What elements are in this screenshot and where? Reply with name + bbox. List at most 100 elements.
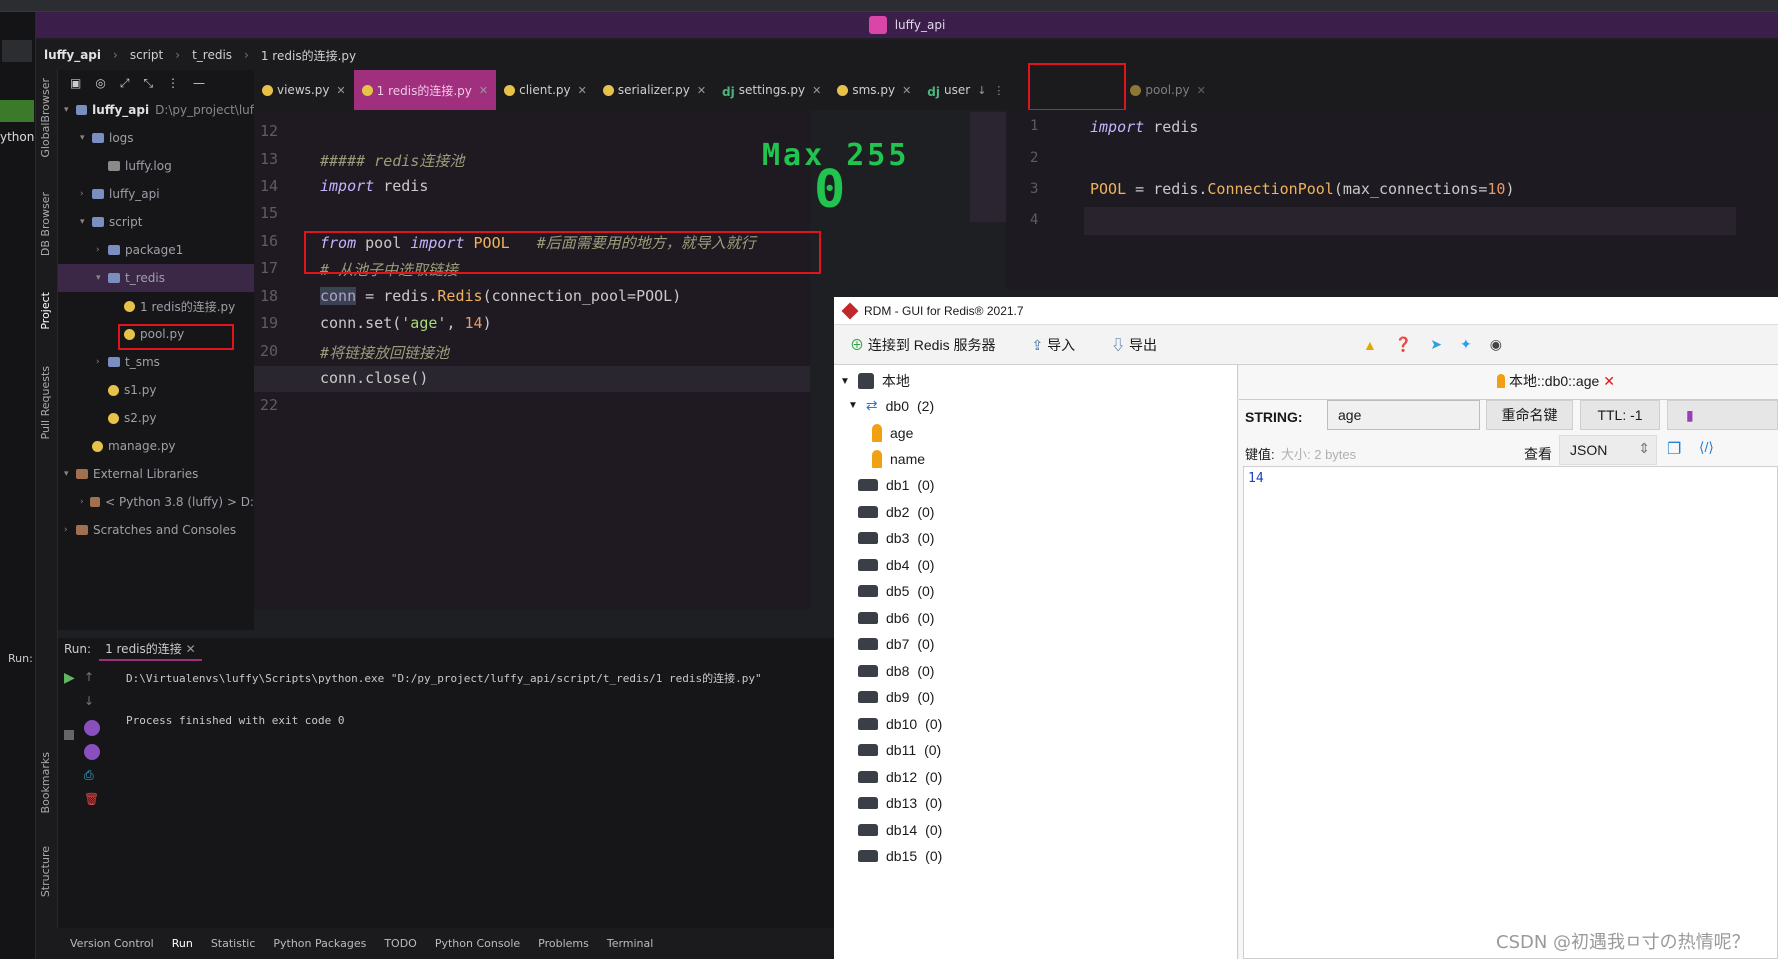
close-icon[interactable]: ✕ (812, 84, 821, 97)
tab-sms[interactable]: sms.py ✕ (829, 70, 919, 110)
todo-tab[interactable]: TODO (384, 937, 417, 950)
soft-wrap-icon[interactable] (84, 720, 100, 736)
tree-item[interactable]: ▾ luffy_api D:\py_project\luf (58, 96, 254, 124)
db-row-db0[interactable]: ▼ ⇄ db0 (2) (848, 397, 934, 414)
db-row[interactable]: db14 (0) (858, 822, 942, 838)
key-tab[interactable]: 本地::db0::age ✕ (1497, 371, 1615, 391)
import-button[interactable]: ⇪ 导入 (1031, 335, 1075, 355)
warning-icon[interactable]: ▲ (1363, 337, 1377, 353)
tree-item[interactable]: s1.py (58, 376, 254, 404)
breadcrumb-file[interactable]: 1 redis的连接.py (261, 47, 356, 64)
db-row[interactable]: db11 (0) (858, 742, 941, 758)
python-packages-tab[interactable]: Python Packages (273, 937, 366, 950)
rerun-icon[interactable]: ▶ (64, 670, 75, 686)
db-row[interactable]: db1 (0) (858, 477, 934, 493)
terminal-tab[interactable]: Terminal (607, 937, 654, 950)
key-name-input[interactable]: age (1327, 400, 1480, 430)
breadcrumb-project[interactable]: luffy_api (44, 48, 101, 62)
db-row[interactable]: db3 (0) (858, 530, 934, 546)
code-icon[interactable]: ⟨/⟩ (1699, 439, 1714, 456)
tree-item[interactable]: › < Python 3.8 (luffy) > D: (58, 488, 254, 516)
chevron-down-icon[interactable]: ▾ (64, 469, 76, 479)
run-tab-bottom[interactable]: Run (172, 937, 193, 950)
arrow-down-icon[interactable]: ↓ (977, 84, 986, 97)
close-icon[interactable]: ✕ (479, 84, 488, 97)
delete-button[interactable]: ▮ (1667, 400, 1778, 430)
toolbar-icons[interactable] (2, 40, 32, 62)
rename-key-button[interactable]: 重命名键 (1486, 400, 1573, 430)
chevron-down-icon[interactable]: ▾ (96, 273, 108, 283)
github-icon[interactable]: ◉ (1490, 336, 1502, 353)
chevron-right-icon[interactable]: › (80, 497, 90, 507)
tab-serializer[interactable]: serializer.py ✕ (595, 70, 714, 110)
tree-item[interactable]: 1 redis的连接.py (58, 292, 254, 320)
tool-project[interactable]: Project (39, 292, 52, 330)
tree-item[interactable]: › luffy_api (58, 180, 254, 208)
db-row[interactable]: db9 (0) (858, 689, 934, 705)
tab-pool[interactable]: pool.py ✕ (1122, 70, 1213, 110)
tab-client[interactable]: client.py ✕ (496, 70, 595, 110)
server-row[interactable]: ▼ 本地 (840, 371, 910, 391)
db-row[interactable]: db10 (0) (858, 716, 942, 732)
chevron-down-icon[interactable]: ▾ (80, 217, 92, 227)
copy-icon[interactable]: ❐ (1667, 439, 1681, 459)
breadcrumb-script[interactable]: script (130, 48, 163, 62)
chevron-right-icon[interactable]: › (64, 525, 76, 535)
tree-item[interactable]: ▾ t_redis (58, 264, 254, 292)
close-icon[interactable]: ✕ (186, 642, 196, 656)
close-icon[interactable]: ✕ (902, 84, 911, 97)
value-editor[interactable]: 14 (1243, 466, 1778, 959)
tree-item[interactable]: › package1 (58, 236, 254, 264)
tree-item[interactable]: › t_sms (58, 348, 254, 376)
tool-bookmarks[interactable]: Bookmarks (39, 752, 52, 813)
view-format-select[interactable]: JSON ⇕ (1559, 435, 1657, 465)
chevron-right-icon[interactable]: › (96, 245, 108, 255)
run-tab[interactable]: 1 redis的连接 ✕ (99, 638, 202, 661)
pool-editor[interactable]: 1 2 3 4 import redis POOL = redis.Connec… (1006, 110, 1778, 290)
tool-globalbrowser[interactable]: GlobalBrowser (39, 78, 52, 158)
more-icon[interactable]: ⋮ (993, 84, 1004, 97)
ttl-button[interactable]: TTL: -1 (1580, 400, 1660, 430)
db-row[interactable]: db2 (0) (858, 504, 934, 520)
chevron-down-icon[interactable]: ▾ (64, 105, 76, 115)
breadcrumb-t-redis[interactable]: t_redis (192, 48, 232, 62)
twitter-icon[interactable]: ✦ (1460, 336, 1472, 353)
statistic-tab[interactable]: Statistic (211, 937, 256, 950)
python-console-tab[interactable]: Python Console (435, 937, 520, 950)
expand-icon[interactable]: ⤢ (120, 76, 130, 91)
hide-icon[interactable]: — (193, 76, 205, 90)
tool-structure[interactable]: Structure (39, 846, 52, 897)
tree-item[interactable]: ▾ script (58, 208, 254, 236)
db-row[interactable]: db7 (0) (858, 636, 934, 652)
chevron-down-icon[interactable]: ▾ (80, 133, 92, 143)
tool-pull-requests[interactable]: Pull Requests (39, 366, 52, 439)
tool-db-browser[interactable]: DB Browser (39, 192, 52, 256)
scroll-end-icon[interactable] (84, 744, 100, 760)
tree-item[interactable]: ▾ External Libraries (58, 460, 254, 488)
trash-icon[interactable]: 🗑 (84, 792, 99, 806)
close-icon[interactable]: ✕ (336, 84, 345, 97)
project-view-icon[interactable]: ▣ (70, 76, 81, 90)
tab-views[interactable]: views.py ✕ (254, 70, 354, 110)
db-row[interactable]: db8 (0) (858, 663, 934, 679)
tree-item[interactable]: ▾ logs (58, 124, 254, 152)
target-icon[interactable]: ◎ (95, 76, 105, 90)
tree-item[interactable]: luffy.log (58, 152, 254, 180)
close-icon[interactable]: ✕ (697, 84, 706, 97)
more-icon[interactable]: ⋮ (167, 76, 179, 90)
key-row-name[interactable]: name (872, 450, 925, 468)
help-icon[interactable]: ❓ (1395, 336, 1412, 353)
db-row[interactable]: db5 (0) (858, 583, 934, 599)
close-icon[interactable]: ✕ (1603, 373, 1615, 390)
db-row[interactable]: db4 (0) (858, 557, 934, 573)
print-icon[interactable]: ⎙ (84, 768, 94, 783)
db-row[interactable]: db13 (0) (858, 795, 942, 811)
arrow-up-icon[interactable]: ↑ (84, 670, 94, 684)
connect-button[interactable]: ⊕ 连接到 Redis 服务器 (850, 335, 995, 355)
tree-item[interactable]: manage.py (58, 432, 254, 460)
db-row[interactable]: db15 (0) (858, 848, 942, 864)
close-icon[interactable]: ✕ (1197, 84, 1206, 97)
close-icon[interactable]: ✕ (578, 84, 587, 97)
chevron-right-icon[interactable]: › (80, 189, 92, 199)
tab-user[interactable]: dj user ↓ ⋮ (919, 70, 1012, 110)
